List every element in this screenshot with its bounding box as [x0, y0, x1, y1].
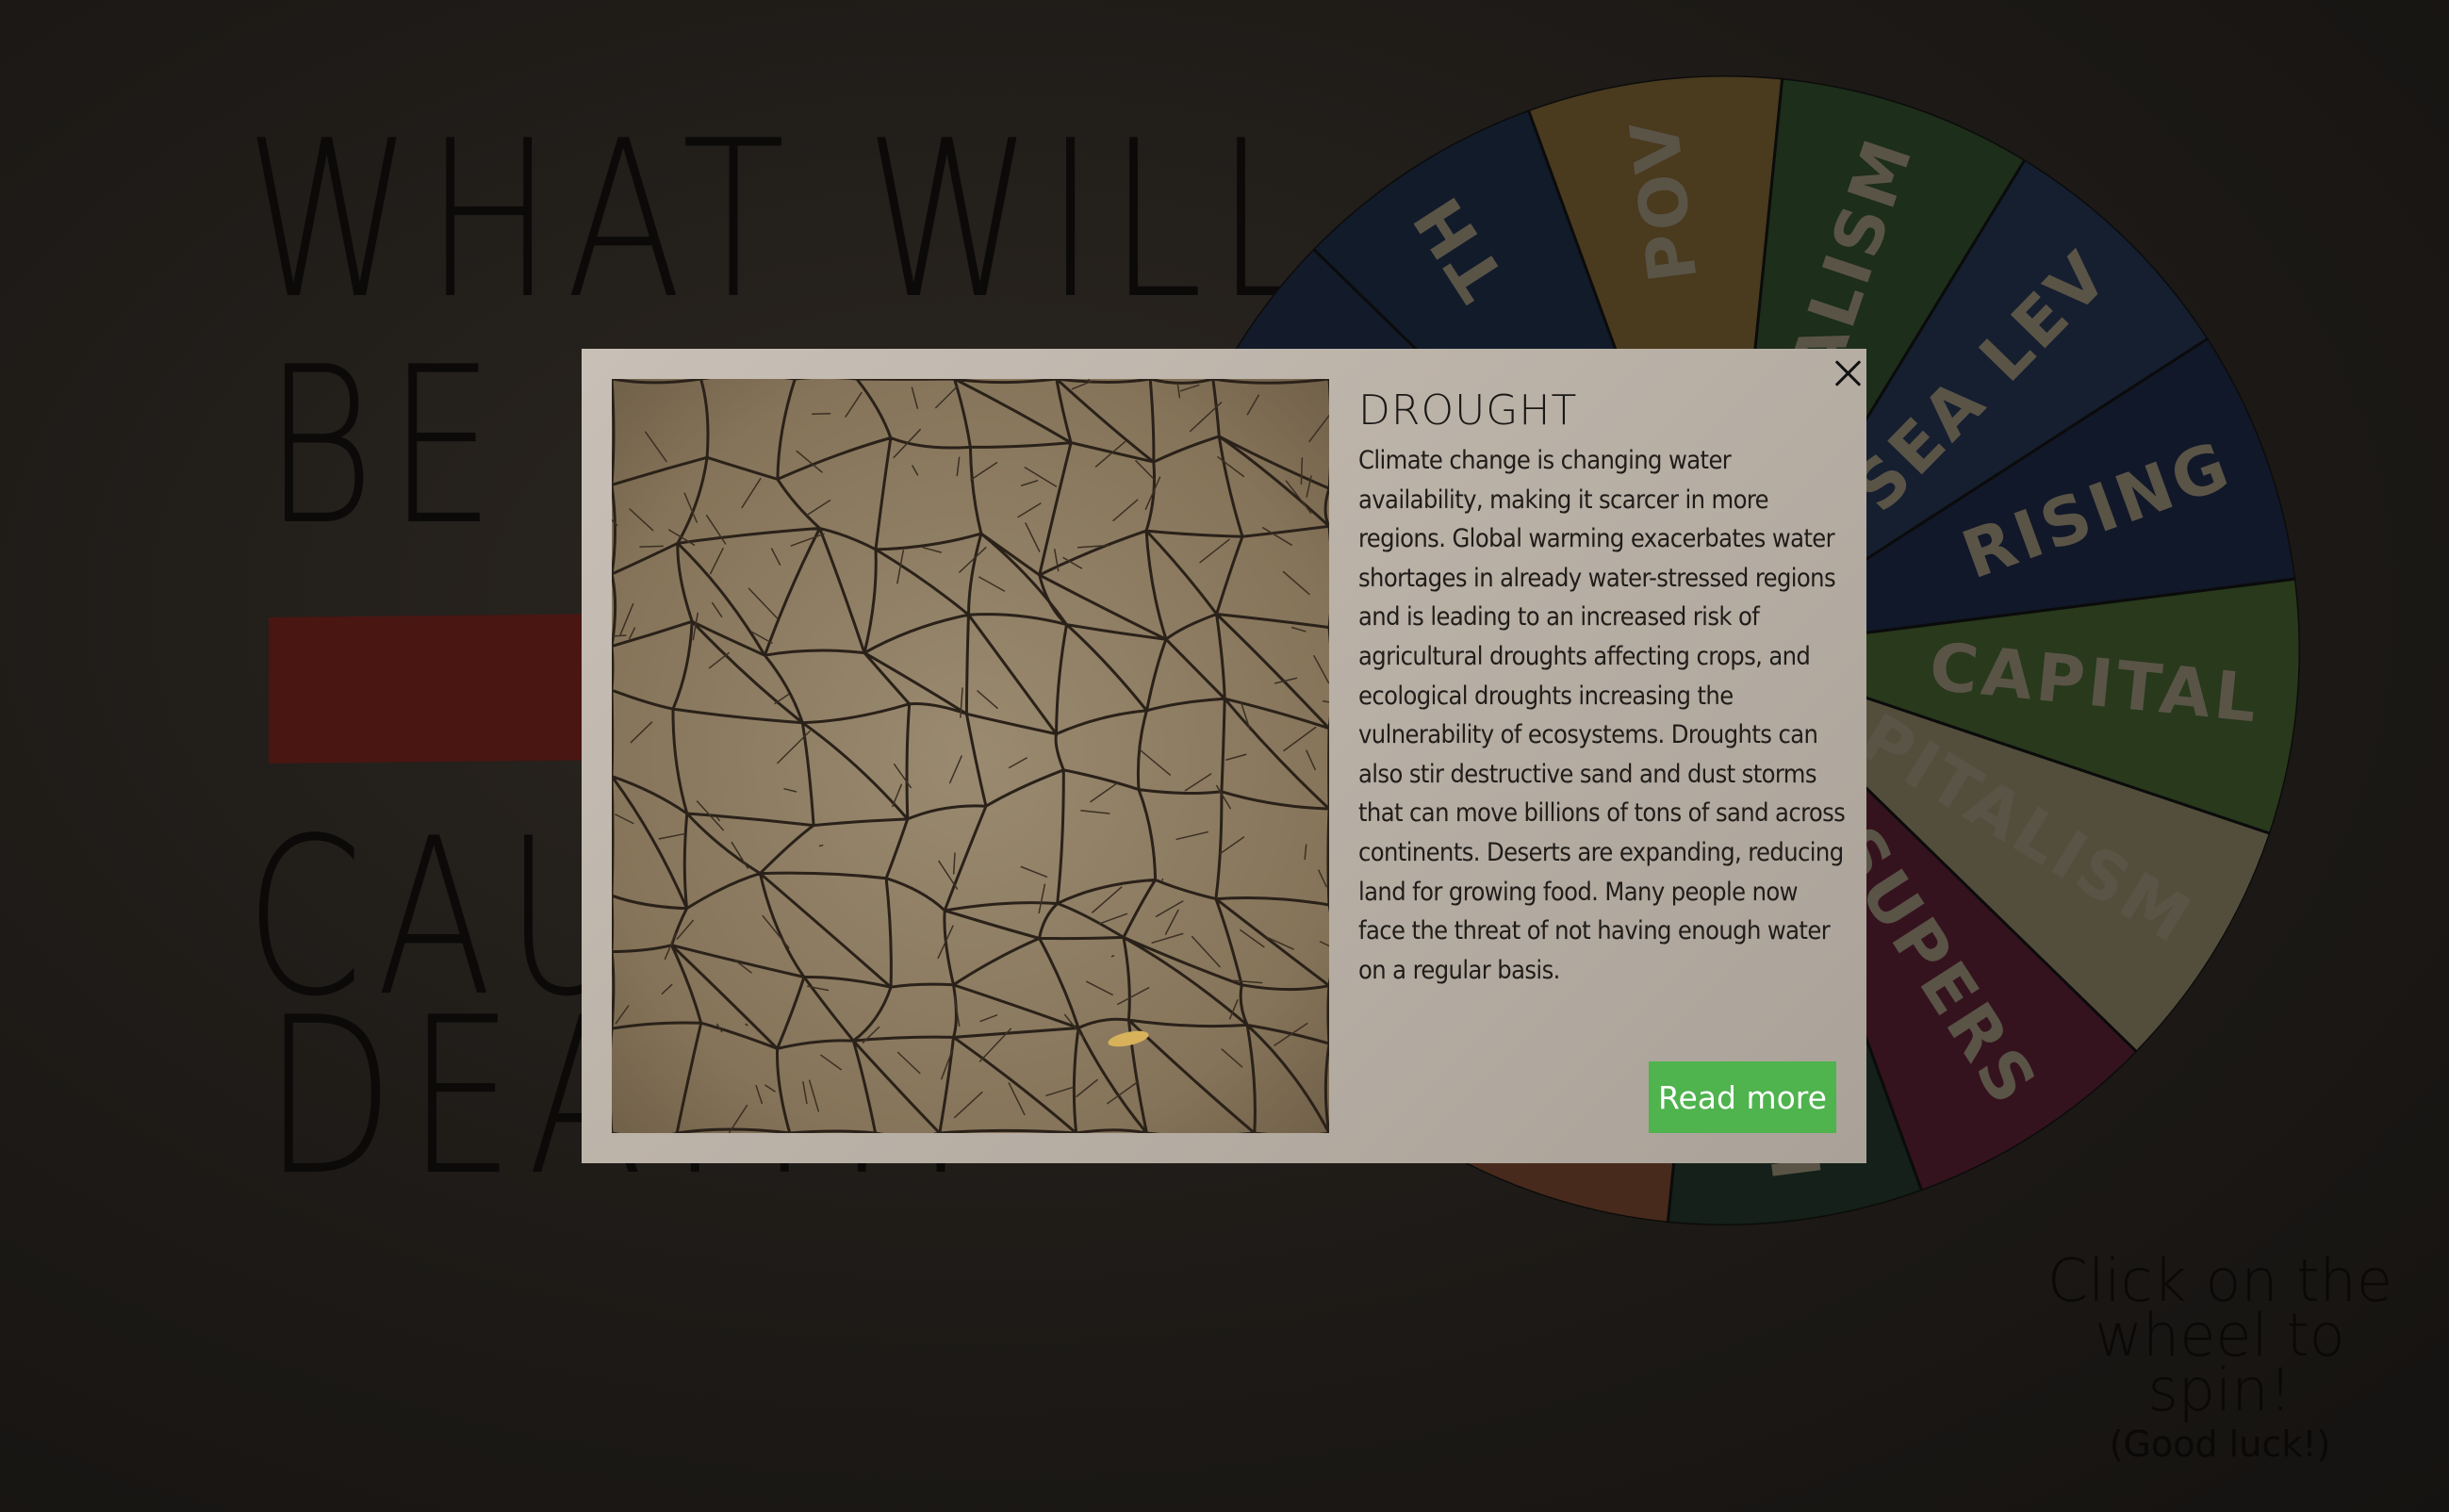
spin-hint: Click on the wheel to spin! (Good luck!) — [2046, 1252, 2394, 1466]
cracked-earth-image — [612, 379, 1329, 1133]
modal-body: Climate change is changing water availab… — [1358, 446, 1846, 985]
spin-hint-line-3: (Good luck!) — [2109, 1423, 2331, 1465]
info-modal: DROUGHT Climate change is changing water… — [582, 349, 1866, 1163]
spin-hint-line-2: wheel to spin! — [2095, 1301, 2345, 1424]
page: WHAT WILL BE CAUS DEATH? POVCAPITALISMSE… — [0, 0, 2449, 1512]
headline-line-2: BE — [264, 321, 508, 573]
drought-image — [612, 379, 1329, 1133]
close-icon[interactable] — [1831, 356, 1865, 390]
read-more-button[interactable]: Read more — [1649, 1061, 1836, 1133]
modal-title: DROUGHT — [1358, 386, 1578, 435]
